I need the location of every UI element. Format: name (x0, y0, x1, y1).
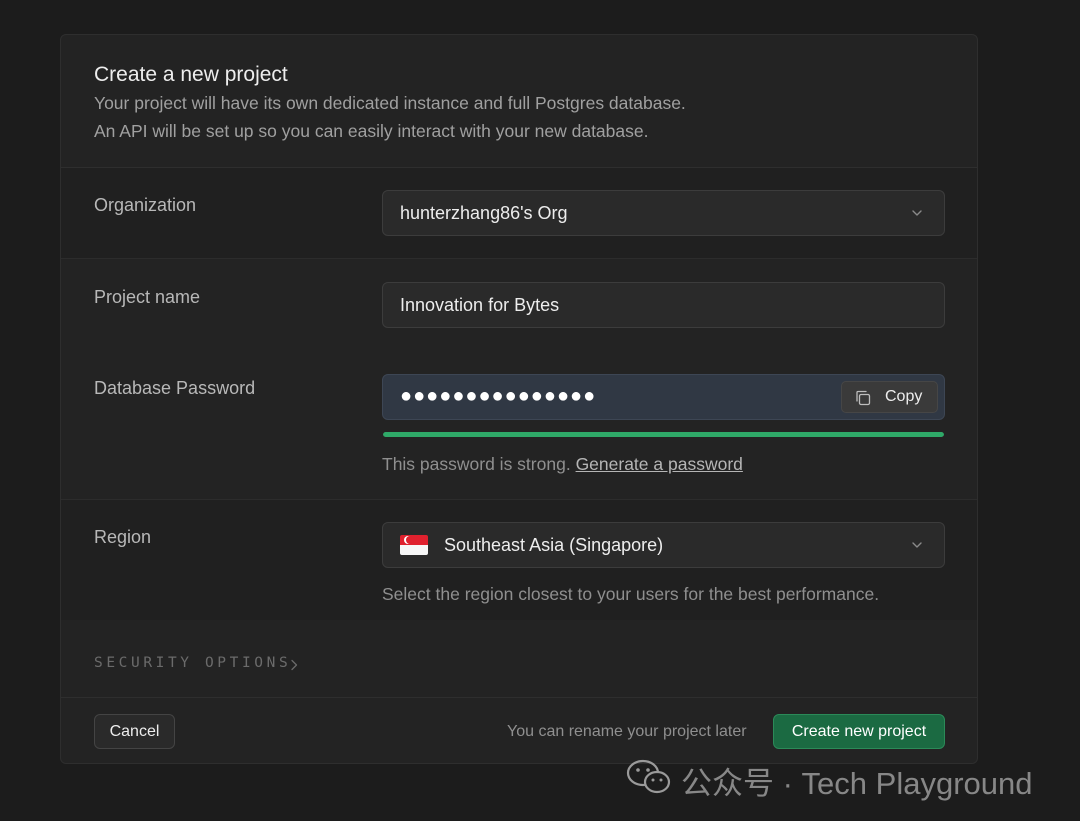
database-password-input[interactable]: ●●●●●●●●●●●●●●● Copy (382, 374, 945, 420)
project-name-label: Project name (94, 287, 201, 307)
region-helper: Select the region closest to your users … (382, 584, 880, 604)
dialog-title: Create a new project (94, 63, 288, 86)
database-password-label: Database Password (94, 378, 256, 398)
copy-icon (856, 390, 871, 406)
password-strength-text: This password is strong. (382, 454, 571, 474)
singapore-flag-icon (400, 535, 428, 555)
wechat-icon (626, 759, 671, 794)
password-masked-value: ●●●●●●●●●●●●●●● (400, 385, 597, 407)
dialog-subtitle-line-1: Your project will have its own dedicated… (94, 93, 686, 113)
cancel-button[interactable]: Cancel (94, 714, 175, 749)
copy-label: Copy (885, 388, 923, 405)
region-value: Southeast Asia (Singapore) (444, 535, 664, 555)
dialog-footer: Cancel You can rename your project later… (61, 697, 977, 763)
organization-value: hunterzhang86's Org (400, 203, 568, 223)
organization-select[interactable]: hunterzhang86's Org (382, 190, 945, 236)
row-divider (61, 258, 977, 259)
password-strength-meter (383, 432, 944, 437)
chevron-down-icon (912, 210, 922, 216)
project-name-input[interactable]: Innovation for Bytes (382, 282, 945, 328)
project-name-value: Innovation for Bytes (400, 295, 560, 315)
chevron-right-icon[interactable] (290, 659, 299, 671)
create-project-button[interactable]: Create new project (773, 714, 945, 749)
organization-label: Organization (94, 195, 197, 215)
copy-password-button[interactable]: Copy (841, 381, 938, 413)
chevron-down-icon (912, 542, 922, 548)
generate-password-link[interactable]: Generate a password (576, 454, 743, 474)
watermark-text: 公众号 · Tech Playground (681, 766, 1033, 801)
region-label: Region (94, 527, 152, 547)
rename-note: You can rename your project later (507, 723, 747, 740)
security-options-toggle[interactable]: SECURITY OPTIONS (94, 655, 291, 671)
create-project-dialog: Create a new project Your project will h… (60, 34, 978, 764)
region-select[interactable]: Southeast Asia (Singapore) (382, 522, 945, 568)
dialog-header: Create a new project Your project will h… (61, 35, 977, 168)
password-strength-fill (383, 432, 944, 437)
dialog-subtitle-line-2: An API will be set up so you can easily … (94, 121, 649, 141)
password-helper: This password is strong. Generate a pass… (382, 454, 743, 475)
